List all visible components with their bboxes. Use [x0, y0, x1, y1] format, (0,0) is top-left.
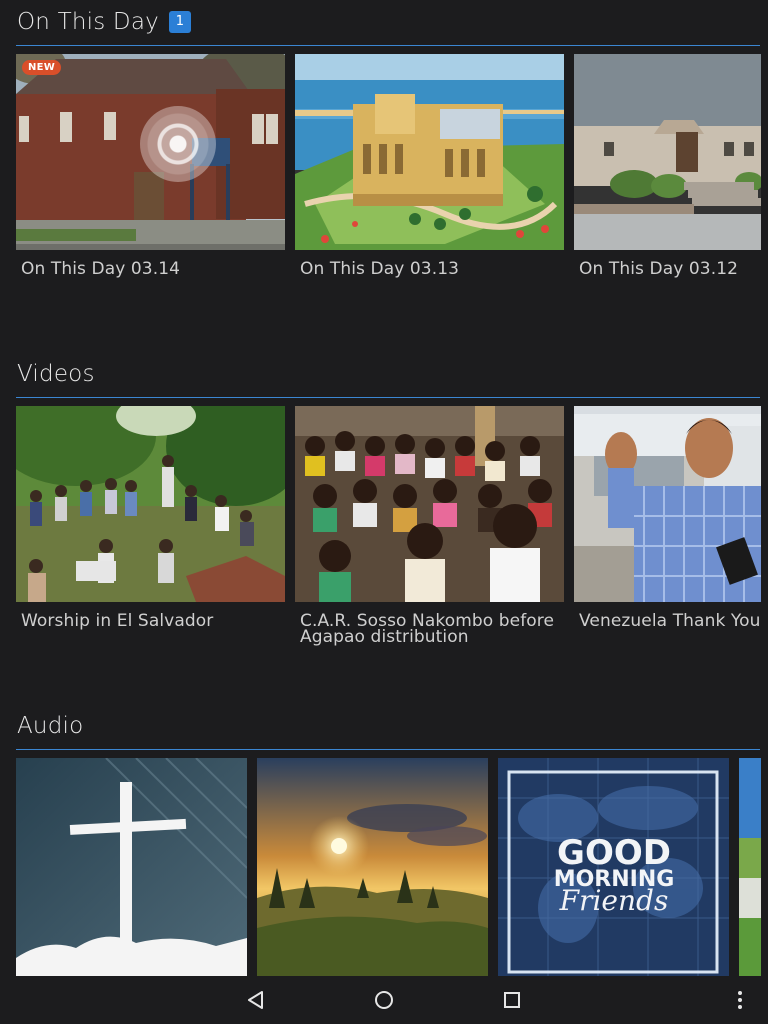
sunrise-landscape-image [257, 758, 488, 976]
on-this-day-row[interactable]: NEW On This Day 03.14 On This Day 03.13 … [0, 54, 768, 294]
good-morning-friends-artwork-image: GOOD MORNING Friends [498, 758, 729, 976]
video-card[interactable]: Worship in El Salvador [16, 406, 285, 646]
man-waving-image [574, 406, 761, 602]
card-thumbnail [295, 54, 564, 250]
card-title: Worship in El Salvador [21, 611, 214, 631]
section-divider [16, 749, 760, 750]
audio-card[interactable] [257, 758, 488, 976]
audio-card[interactable] [16, 758, 247, 976]
touch-ripple [140, 106, 216, 182]
card-title: C.A.R. Sosso Nakombo before Agapao distr… [300, 613, 554, 646]
on-this-day-card[interactable]: On This Day 03.13 [295, 54, 564, 294]
app-screen: On This Day 1 NEW On This Day 03.14 On T… [0, 0, 768, 1024]
card-title: Venezuela Thank You [579, 611, 761, 631]
section-divider [16, 397, 760, 398]
on-this-day-section: On This Day 1 NEW On This Day 03.14 On T… [0, 0, 768, 300]
on-this-day-header[interactable]: On This Day 1 [17, 0, 191, 44]
video-card[interactable]: Venezuela Thank You [574, 406, 761, 646]
videos-section: Videos Worship in El Salvador C.A.R. Sos… [0, 352, 768, 652]
card-thumbnail [574, 406, 761, 602]
cross-artwork-image [16, 758, 247, 976]
card-title: On This Day 03.13 [300, 259, 460, 279]
home-icon[interactable] [370, 986, 398, 1014]
section-title: Audio [17, 713, 84, 739]
church-building-image [574, 54, 761, 250]
videos-row[interactable]: Worship in El Salvador C.A.R. Sosso Nako… [0, 406, 768, 646]
section-title: On This Day [17, 9, 159, 35]
card-thumbnail [257, 758, 488, 976]
new-badge: NEW [22, 60, 62, 75]
audio-row[interactable]: GOOD MORNING Friends [0, 758, 768, 976]
video-card[interactable]: C.A.R. Sosso Nakombo before Agapao distr… [295, 406, 564, 646]
section-divider [16, 45, 760, 46]
outdoor-worship-image [16, 406, 285, 602]
card-thumbnail [295, 406, 564, 602]
artwork-text: Friends [559, 884, 669, 917]
audio-card[interactable] [739, 758, 761, 976]
back-icon[interactable] [242, 986, 270, 1014]
system-nav-bar [0, 976, 768, 1024]
on-this-day-card[interactable]: NEW On This Day 03.14 [16, 54, 285, 294]
section-title: Videos [17, 361, 95, 387]
audio-header[interactable]: Audio [17, 704, 83, 748]
postcard-building-image [295, 54, 564, 250]
overflow-menu-icon[interactable] [726, 986, 754, 1014]
card-thumbnail: GOOD MORNING Friends [498, 758, 729, 976]
audio-card[interactable]: GOOD MORNING Friends [498, 758, 729, 976]
on-this-day-card[interactable]: On This Day 03.12 [574, 54, 761, 294]
card-thumbnail [574, 54, 761, 250]
card-title-line: Agapao distribution [300, 627, 469, 646]
partial-landscape-image [739, 758, 761, 976]
card-thumbnail [16, 406, 285, 602]
videos-header[interactable]: Videos [17, 352, 95, 396]
card-title: On This Day 03.12 [579, 259, 739, 279]
audio-section: Audio GOOD MORNING Friends [0, 704, 768, 976]
card-thumbnail [739, 758, 761, 976]
children-gathering-image [295, 406, 564, 602]
count-badge: 1 [168, 11, 191, 33]
card-thumbnail [16, 758, 247, 976]
recents-icon[interactable] [498, 986, 526, 1014]
card-title: On This Day 03.14 [21, 259, 181, 279]
card-thumbnail: NEW [16, 54, 285, 250]
